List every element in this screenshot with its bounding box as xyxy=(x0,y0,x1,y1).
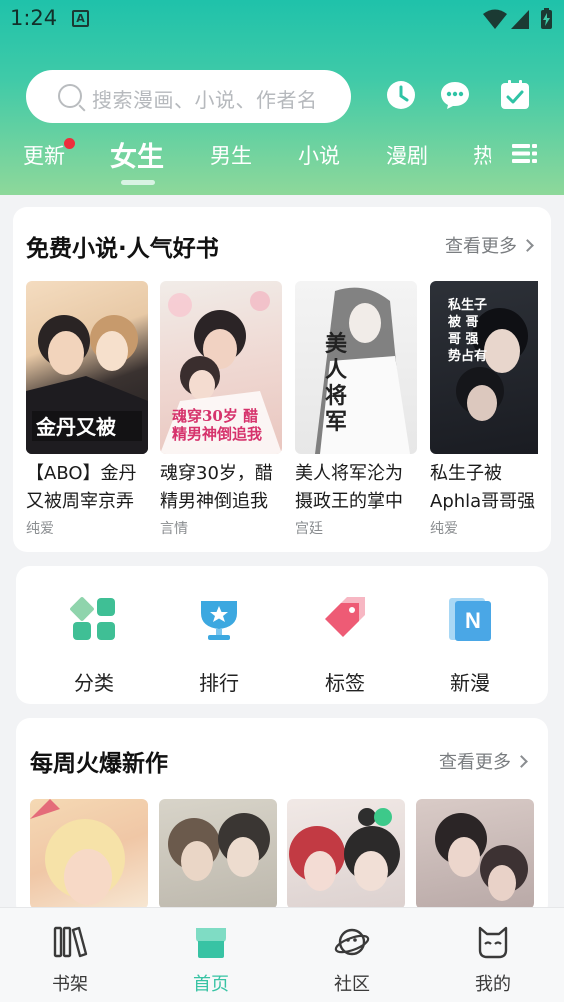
weekly-cover[interactable] xyxy=(159,799,277,909)
tab-label: 男生 xyxy=(210,144,252,168)
tab-indicator xyxy=(121,180,155,185)
clock-icon[interactable] xyxy=(386,80,416,110)
ranking-label: 排行 xyxy=(199,671,239,695)
book-card[interactable]: 私生子被 哥哥 强势占有 私生子被Aphla哥哥强 纯爱 xyxy=(430,281,538,538)
cover-title: 美人将军 xyxy=(325,331,348,435)
tab-male[interactable]: 男生 xyxy=(210,140,252,170)
tab-updates[interactable]: 更新 xyxy=(23,138,75,170)
tab-female[interactable]: 女生 xyxy=(110,135,164,174)
planet-icon xyxy=(334,928,370,956)
bookshelf-icon xyxy=(53,926,88,958)
cover-art xyxy=(289,808,400,891)
free-novels-title: 免费小说·人气好书 xyxy=(26,236,219,262)
tab-manju[interactable]: 漫剧 xyxy=(386,140,428,170)
home-store-icon xyxy=(196,928,226,958)
nav-profile[interactable]: 我的 xyxy=(443,908,543,996)
tab-label: 更新 xyxy=(23,144,65,168)
tab-label: 小说 xyxy=(298,144,340,168)
checkin-icon[interactable] xyxy=(500,80,530,110)
nav-label: 我的 xyxy=(475,974,511,995)
chat-icon[interactable] xyxy=(440,80,470,110)
book-card[interactable]: 魂穿30岁 醋精男神倒追我 魂穿30岁，醋精男神倒追我 言情 xyxy=(160,281,282,538)
weekly-more-link[interactable]: 查看更多 xyxy=(439,748,528,774)
book-tag: 宫廷 xyxy=(295,521,323,537)
book-tag: 言情 xyxy=(160,521,188,537)
search-placeholder: 搜索漫画、小说、作者名 xyxy=(92,88,318,112)
more-label: 查看更多 xyxy=(445,236,517,257)
book-card[interactable]: 美人将军 美人将军沦为摄政王的掌中 宫廷 xyxy=(295,281,417,538)
new-manga-entry[interactable]: N 新漫 xyxy=(420,595,520,696)
status-bar: 1:24 A xyxy=(0,0,564,40)
nav-label: 社区 xyxy=(334,974,370,995)
tab-label: 热 xyxy=(473,144,491,168)
tab-label: 漫剧 xyxy=(386,144,428,168)
chevron-right-icon xyxy=(521,239,534,252)
bottom-nav: 书架 首页 社区 我的 xyxy=(0,907,564,1002)
more-label: 查看更多 xyxy=(439,752,511,773)
book-card[interactable]: 金丹又被 【ABO】金丹又被周宰京弄 纯爱 xyxy=(26,281,148,538)
nav-home[interactable]: 首页 xyxy=(161,908,261,996)
book-cover: 魂穿30岁 醋精男神倒追我 xyxy=(160,281,282,454)
battery-icon xyxy=(541,8,552,29)
book-title: 魂穿30岁，醋精男神倒追我 xyxy=(160,463,273,512)
category-tabs: 更新 女生 男生 小说 漫剧 热 xyxy=(0,130,564,190)
weekly-cover[interactable] xyxy=(30,799,148,909)
grid-icon xyxy=(70,597,115,640)
status-time: 1:24 xyxy=(10,6,58,30)
cat-face-icon xyxy=(478,926,508,959)
chevron-right-icon xyxy=(515,755,528,768)
svg-text:N: N xyxy=(465,608,481,633)
tab-hot[interactable]: 热 xyxy=(473,140,491,170)
book-cover: 金丹又被 xyxy=(26,281,148,454)
nav-label: 书架 xyxy=(52,974,88,995)
search-bar[interactable]: 搜索漫画、小说、作者名 xyxy=(26,70,351,123)
book-title: 私生子被Aphla哥哥强 xyxy=(430,463,536,512)
wifi-icon xyxy=(483,9,507,29)
category-entry[interactable]: 分类 xyxy=(44,595,144,696)
free-novels-more-link[interactable]: 查看更多 xyxy=(445,232,534,258)
sim-icon: A xyxy=(72,10,89,27)
nav-label: 首页 xyxy=(193,974,229,995)
cover-art xyxy=(435,813,528,901)
trophy-icon xyxy=(201,601,237,640)
book-title: 【ABO】金丹又被周宰京弄 xyxy=(26,463,137,512)
tab-novel[interactable]: 小说 xyxy=(298,140,340,170)
book-tag: 纯爱 xyxy=(26,521,54,537)
book-cover: 美人将军 xyxy=(295,281,417,454)
list-menu-icon[interactable] xyxy=(512,143,537,164)
category-label: 分类 xyxy=(74,671,114,695)
ranking-entry[interactable]: 排行 xyxy=(169,595,269,696)
tag-label: 标签 xyxy=(325,671,365,695)
cover-art xyxy=(30,799,125,905)
weekly-hits-title: 每周火爆新作 xyxy=(30,751,168,777)
search-icon xyxy=(58,84,82,108)
weekly-cover[interactable] xyxy=(287,799,405,909)
cover-title: 私生子被 哥哥 强势占有 xyxy=(448,298,488,364)
cover-art xyxy=(168,813,270,881)
book-title: 美人将军沦为摄政王的掌中 xyxy=(295,463,403,512)
tab-label: 女生 xyxy=(110,142,164,173)
nav-bookshelf[interactable]: 书架 xyxy=(20,908,120,996)
new-manga-icon: N xyxy=(449,598,491,641)
cell-signal-icon xyxy=(511,10,529,29)
cover-title: 金丹又被 xyxy=(36,415,116,439)
book-tag: 纯爱 xyxy=(430,521,458,537)
weekly-cover[interactable] xyxy=(416,799,534,909)
cover-title: 魂穿30岁 醋精男神倒追我 xyxy=(172,407,263,443)
notification-dot xyxy=(64,138,75,149)
tag-icon xyxy=(325,597,365,637)
tag-entry[interactable]: 标签 xyxy=(295,595,395,696)
book-cover: 私生子被 哥哥 强势占有 xyxy=(430,281,538,454)
cover-art xyxy=(315,287,410,454)
nav-community[interactable]: 社区 xyxy=(302,908,402,996)
new-manga-label: 新漫 xyxy=(450,671,490,695)
